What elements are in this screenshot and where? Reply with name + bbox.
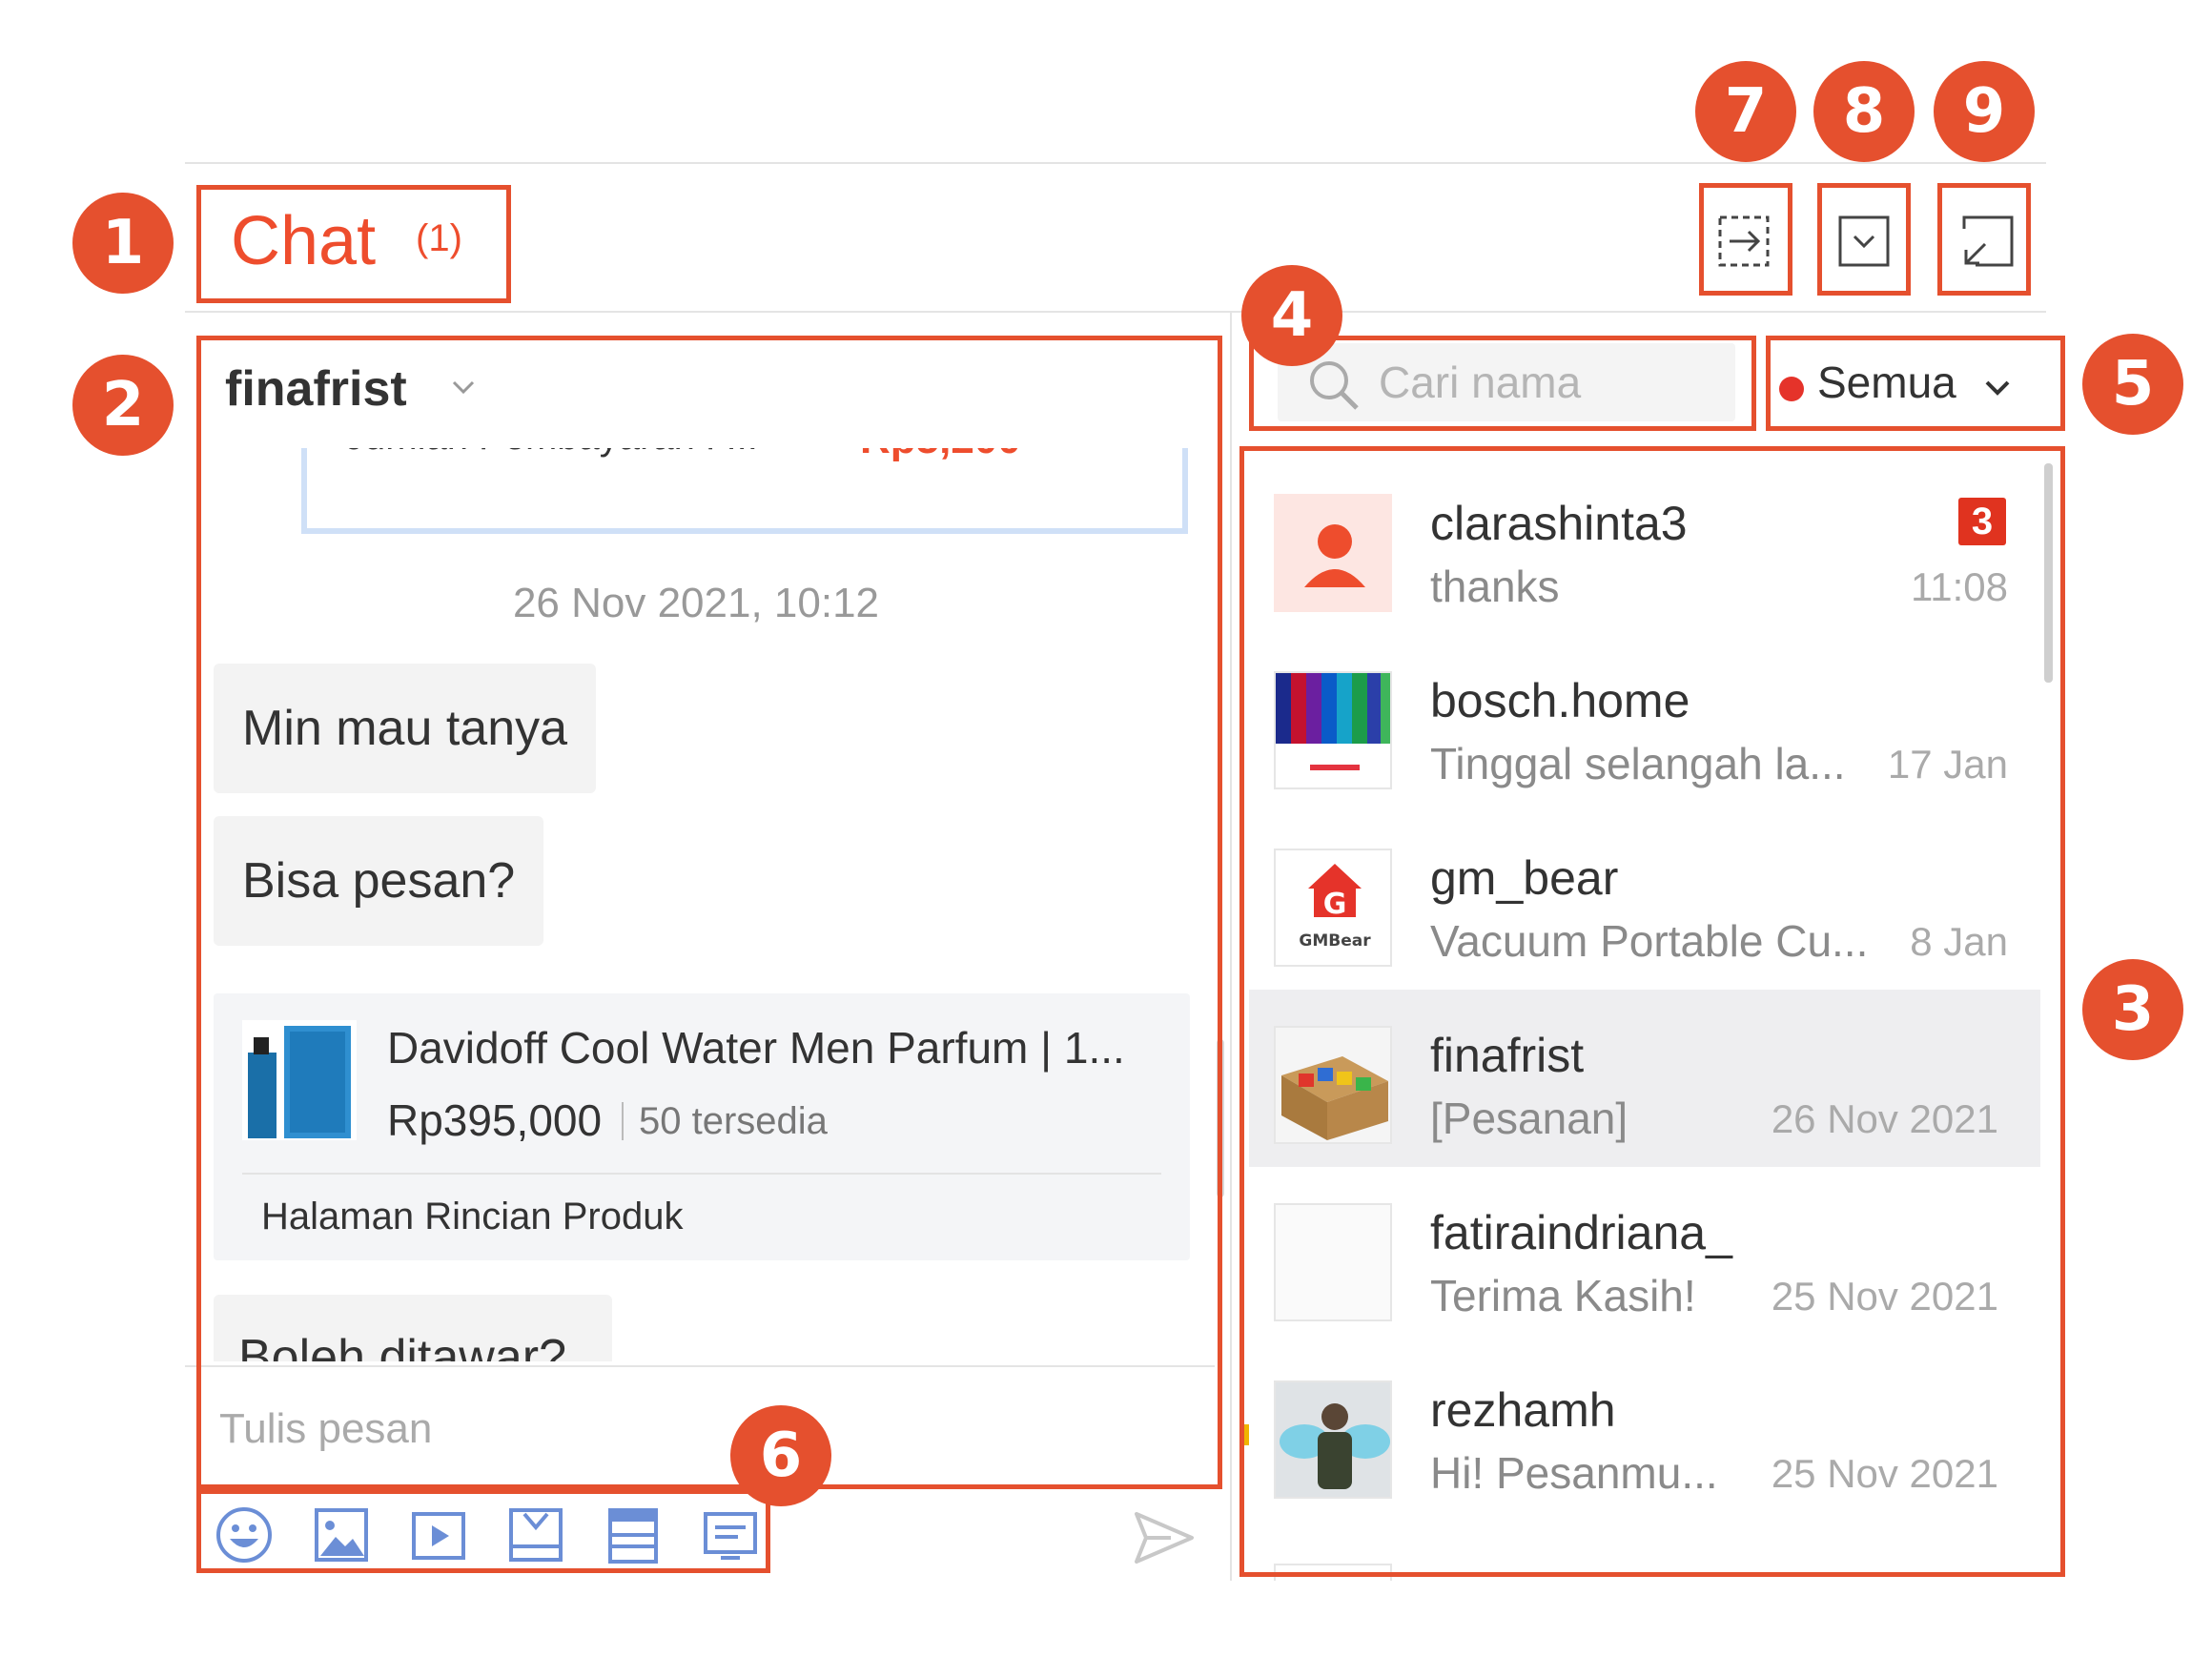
annotation-badge-3: 3 (2082, 959, 2183, 1060)
contact-name: finafrist (1430, 1029, 1585, 1082)
avatar-partial (1274, 1564, 1392, 1581)
annotation-box-6 (196, 1489, 770, 1573)
minimize-icon[interactable] (1834, 212, 1894, 271)
contact-item[interactable]: bosch.home Tinggal selangah la... 17 Jan (1249, 635, 2040, 812)
contact-preview: thanks (1430, 562, 1560, 611)
annotation-badge-7: 7 (1695, 61, 1796, 162)
conversation-scrollbar[interactable] (1217, 1039, 1224, 1197)
header-divider (185, 311, 2046, 313)
contact-name: bosch.home (1430, 674, 1690, 727)
chevron-down-icon[interactable] (1981, 374, 2014, 402)
message-bubble-partial: Boleh ditawar? (214, 1295, 612, 1361)
contact-preview: Tinggal selangah la... (1430, 739, 1846, 788)
contact-name: rezhamh (1430, 1383, 1616, 1437)
contact-preview: [Pesanan] (1430, 1094, 1628, 1143)
annotation-badge-2: 2 (72, 355, 174, 456)
product-card[interactable]: Davidoff Cool Water Men Parfum | 1... Rp… (214, 993, 1190, 1260)
contact-time: 25 Nov 2021 (1771, 1451, 1998, 1496)
product-icon[interactable] (505, 1504, 566, 1565)
message-bubble: Bisa pesan? (214, 816, 544, 946)
order-card-label: Jumlah Pembayaran P... (345, 448, 758, 459)
contact-preview: Hi! Pesanmu... (1430, 1448, 1718, 1498)
date-separator: 26 Nov 2021, 10:12 (512, 580, 880, 626)
annotation-badge-1: 1 (72, 193, 174, 294)
avatar (1274, 1380, 1392, 1499)
contact-time: 11:08 (1911, 564, 2008, 609)
svg-text:GMBear: GMBear (1299, 931, 1371, 951)
contact-name: fatiraindriana_ (1430, 1206, 1732, 1259)
product-price: Rp395,000 (387, 1095, 603, 1145)
avatar (1274, 1026, 1392, 1144)
contact-time: 25 Nov 2021 (1771, 1274, 1998, 1319)
contact-item[interactable]: rezhamh Hi! Pesanmu... 25 Nov 2021 (1249, 1344, 2040, 1522)
chevron-down-icon[interactable] (448, 374, 479, 400)
search-icon (1310, 361, 1359, 410)
avatar (1274, 1203, 1392, 1321)
filter-status-dot (1779, 377, 1804, 401)
order-icon[interactable] (603, 1504, 664, 1565)
avatar (1274, 671, 1392, 789)
contact-preview: Vacuum Portable Cu... (1430, 916, 1869, 966)
panel-divider (1230, 313, 1232, 1581)
page-title: Chat (231, 203, 377, 279)
product-name: Davidoff Cool Water Men Parfum | 1... (387, 1023, 1125, 1073)
message-bubble: Min mau tanya (214, 664, 597, 793)
image-icon[interactable] (311, 1504, 372, 1565)
divider (622, 1102, 624, 1140)
contact-item-active[interactable]: finafrist [Pesanan] 26 Nov 2021 (1249, 990, 2040, 1167)
contact-name: clarashinta3 (1430, 497, 1688, 550)
contact-item[interactable]: clarashinta3 thanks 11:08 (1249, 458, 2040, 635)
conversation-contact-name[interactable]: finafrist (225, 360, 407, 418)
annotation-badge-5: 5 (2082, 334, 2183, 435)
contact-name: gm_bear (1430, 851, 1619, 905)
resize-icon[interactable] (1958, 212, 2017, 271)
product-stock: 50 tersedia (639, 1100, 828, 1142)
exit-panel-icon[interactable] (1714, 212, 1773, 271)
product-detail-link[interactable]: Halaman Rincian Produk (261, 1196, 683, 1238)
contact-time: 26 Nov 2021 (1771, 1096, 1998, 1141)
avatar-placeholder-icon (1274, 494, 1392, 612)
unread-badge: 3 (1958, 498, 2006, 545)
contact-list-scrollbar[interactable] (2044, 463, 2053, 683)
video-icon[interactable] (408, 1504, 469, 1565)
edge-marker (1239, 1424, 1249, 1445)
input-divider (185, 1365, 1215, 1367)
contact-time: 17 Jan (1887, 742, 2008, 787)
svg-text:G: G (1323, 888, 1347, 921)
annotation-badge-6: 6 (730, 1405, 831, 1506)
order-card[interactable]: Jumlah Pembayaran P... Rp5,200 (301, 448, 1188, 534)
send-icon[interactable] (1133, 1510, 1196, 1565)
contact-time: 8 Jan (1910, 919, 2008, 964)
annotation-badge-9: 9 (1934, 61, 2035, 162)
annotation-badge-8: 8 (1813, 61, 1915, 162)
contact-item[interactable]: fatiraindriana_ Terima Kasih! 25 Nov 202… (1249, 1167, 2040, 1344)
message-input[interactable] (202, 1371, 1184, 1487)
divider (242, 1173, 1161, 1175)
avatar: G GMBear (1274, 849, 1392, 967)
annotation-badge-4: 4 (1241, 265, 1342, 366)
contact-preview: Terima Kasih! (1430, 1271, 1696, 1320)
emoji-icon[interactable] (214, 1504, 275, 1565)
contact-item[interactable]: G GMBear gm_bear Vacuum Portable Cu... 8… (1249, 812, 2040, 990)
voucher-icon[interactable] (700, 1504, 761, 1565)
top-border (185, 162, 2046, 164)
product-thumbnail (242, 1020, 357, 1140)
search-input[interactable] (1379, 345, 1722, 419)
unread-count: (1) (416, 217, 462, 259)
order-card-amount: Rp5,200 (860, 448, 1021, 463)
filter-dropdown[interactable]: Semua (1817, 357, 1956, 408)
